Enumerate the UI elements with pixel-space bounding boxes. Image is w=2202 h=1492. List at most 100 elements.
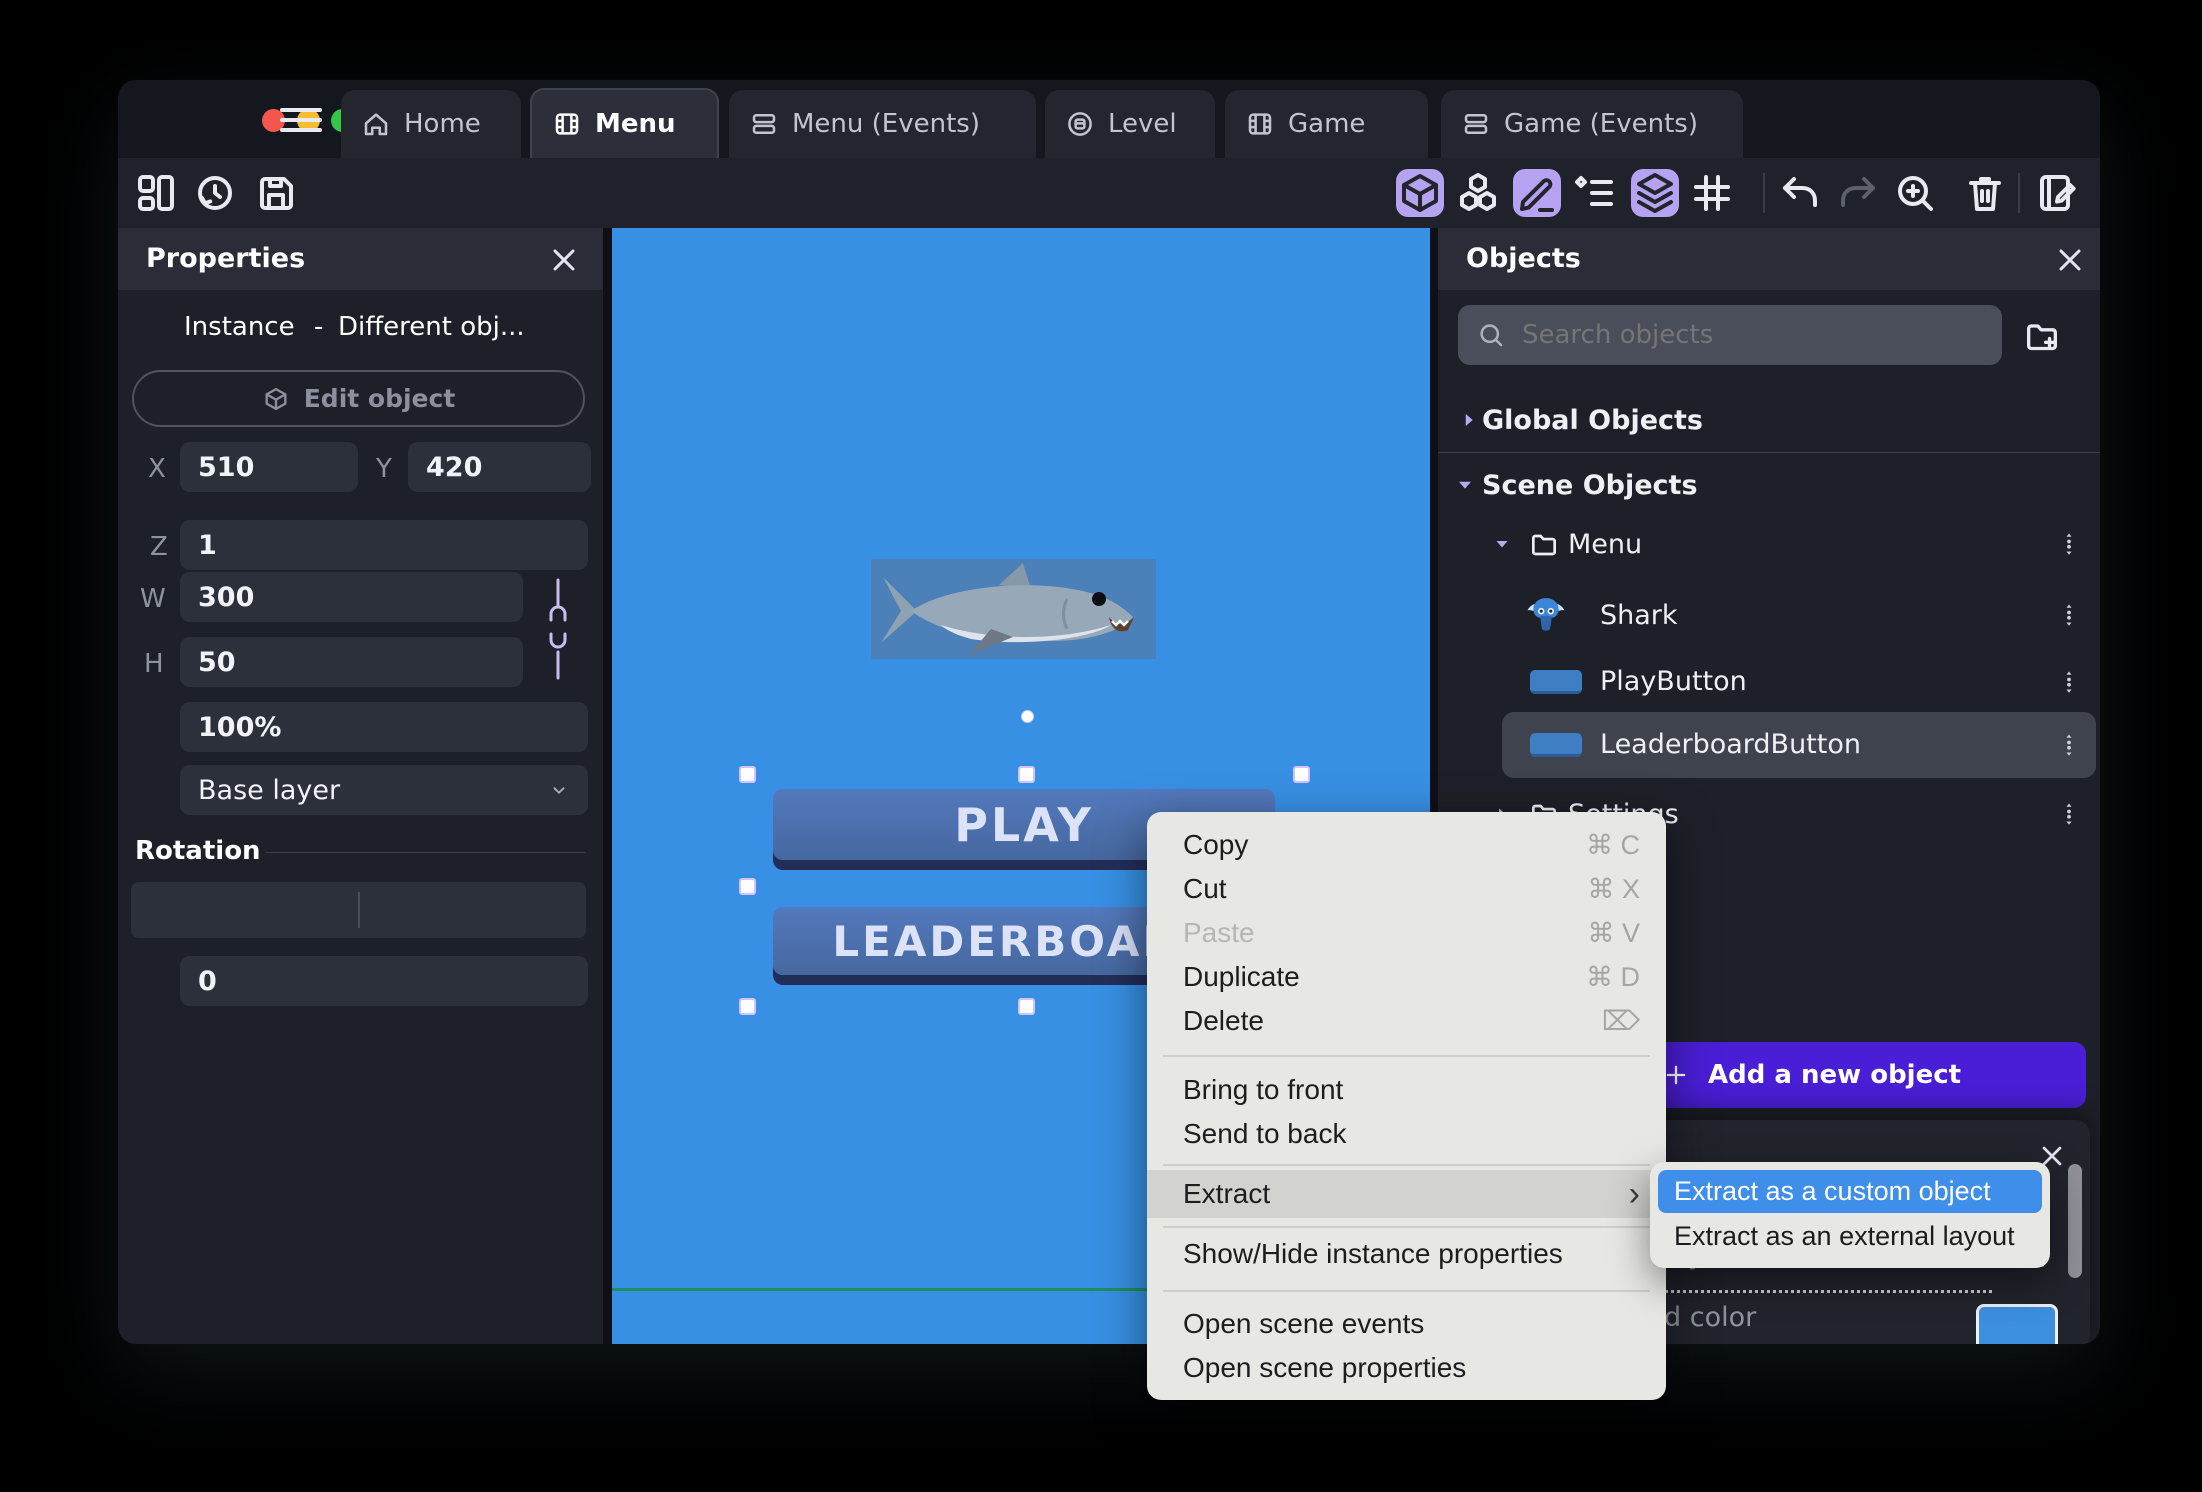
- flip-toolbar-divider: [358, 892, 360, 928]
- menu-item-label: Show/Hide instance properties: [1183, 1238, 1563, 1269]
- screen: Home Menu Menu (Events) Level Game Game …: [0, 0, 2202, 1492]
- menu-item-label: Open scene events: [1183, 1308, 1425, 1339]
- edit-object-button[interactable]: Edit object: [132, 370, 585, 427]
- y-field[interactable]: [408, 442, 591, 492]
- tab-home[interactable]: Home: [341, 90, 521, 158]
- properties-header: Properties: [118, 228, 603, 290]
- opacity-field[interactable]: [180, 702, 588, 752]
- tab-game-events[interactable]: Game (Events): [1441, 90, 1743, 158]
- objects-icon[interactable]: [1454, 169, 1502, 217]
- scene-icon: [552, 109, 582, 139]
- global-objects-section[interactable]: Global Objects: [1438, 398, 2100, 442]
- kebab-menu-icon[interactable]: [2054, 793, 2084, 835]
- rotation-field[interactable]: [180, 956, 588, 1006]
- trash-icon[interactable]: [1961, 169, 2009, 217]
- menu-item-send-to-back[interactable]: Send to back: [1147, 1112, 1666, 1156]
- context-menu: Copy ⌘ C Cut ⌘ X Paste ⌘ V Duplicate ⌘ D…: [1147, 812, 1666, 1400]
- menu-item-paste[interactable]: Paste ⌘ V: [1147, 911, 1666, 955]
- project-manager-icon[interactable]: [132, 169, 180, 217]
- color-text-fragment: d color: [1664, 1302, 1757, 1333]
- add-folder-icon[interactable]: [2022, 316, 2062, 356]
- scene-objects-label: Scene Objects: [1482, 469, 1698, 501]
- layers-icon[interactable]: [1631, 169, 1679, 217]
- menu-item-open-scene-properties[interactable]: Open scene properties: [1147, 1346, 1666, 1390]
- scene-properties-icon[interactable]: [2033, 169, 2081, 217]
- chevron-down-icon: [548, 779, 570, 801]
- save-icon[interactable]: [252, 169, 300, 217]
- w-field[interactable]: [180, 572, 523, 622]
- instances-list-icon[interactable]: [1571, 169, 1619, 217]
- redo-icon[interactable]: [1834, 169, 1882, 217]
- menu-item-label: Extract: [1183, 1178, 1271, 1209]
- folder-row-menu[interactable]: Menu: [1438, 520, 2100, 568]
- color-swatch[interactable]: [1976, 1304, 2058, 1344]
- chevron-down-icon: [1452, 472, 1478, 498]
- h-field[interactable]: [180, 637, 523, 687]
- zoom-in-icon[interactable]: [1891, 169, 1939, 217]
- rotation-title: Rotation: [135, 836, 261, 866]
- tab-menu-events[interactable]: Menu (Events): [729, 90, 1036, 158]
- tab-label: Menu: [595, 109, 676, 139]
- menu-item-cut[interactable]: Cut ⌘ X: [1147, 867, 1666, 911]
- selection-handle-mid-left[interactable]: [739, 878, 756, 895]
- rotation-handle[interactable]: [1021, 710, 1034, 723]
- selection-handle-top-center[interactable]: [1018, 766, 1035, 783]
- home-icon: [361, 109, 391, 139]
- x-label: X: [148, 454, 166, 484]
- properties-panel: Properties Instance - Different obj... E…: [118, 228, 603, 1344]
- z-field[interactable]: [180, 520, 588, 570]
- menu-item-show-hide-instance-properties[interactable]: Show/Hide instance properties: [1147, 1232, 1666, 1276]
- version-history-icon[interactable]: [191, 169, 239, 217]
- submenu-arrow-icon: ›: [1628, 1174, 1640, 1213]
- menu-item-copy[interactable]: Copy ⌘ C: [1147, 823, 1666, 867]
- tab-label: Game (Events): [1504, 109, 1698, 139]
- menu-item-extract[interactable]: Extract ›: [1147, 1170, 1666, 1218]
- object-label: LeaderboardButton: [1600, 729, 1861, 760]
- tab-menu[interactable]: Menu: [530, 88, 719, 158]
- submenu-item-extract-external-layout[interactable]: Extract as an external layout: [1658, 1215, 2042, 1258]
- menu-item-duplicate[interactable]: Duplicate ⌘ D: [1147, 955, 1666, 999]
- object-row-leaderboardbutton[interactable]: LeaderboardButton: [1502, 712, 2096, 778]
- kebab-menu-icon[interactable]: [2054, 594, 2084, 636]
- scrollbar-thumb[interactable]: [2068, 1164, 2082, 1278]
- object-row-shark[interactable]: Shark: [1438, 580, 2100, 650]
- x-field[interactable]: [180, 442, 358, 492]
- toolbar-divider: [1763, 173, 1765, 213]
- close-icon[interactable]: [546, 242, 582, 278]
- selection-handle-bottom-left[interactable]: [739, 998, 756, 1015]
- menu-item-label: Send to back: [1183, 1118, 1347, 1149]
- link-wh-icon[interactable]: [538, 572, 578, 687]
- menu-item-bring-to-front[interactable]: Bring to front: [1147, 1068, 1666, 1112]
- tab-label: Level: [1108, 109, 1177, 139]
- submenu-item-extract-custom-object[interactable]: Extract as a custom object: [1658, 1170, 2042, 1213]
- grid-icon[interactable]: [1688, 169, 1736, 217]
- search-icon: [1476, 320, 1506, 350]
- object-row-playbutton[interactable]: PlayButton: [1438, 655, 2100, 708]
- cube-2d-icon: [262, 385, 290, 413]
- shark-sprite[interactable]: [871, 559, 1156, 659]
- menu-item-open-scene-events[interactable]: Open scene events: [1147, 1302, 1666, 1346]
- objects-header: Objects: [1438, 228, 2100, 290]
- search-objects-input[interactable]: [1520, 319, 1984, 351]
- tab-game[interactable]: Game: [1225, 90, 1428, 158]
- 3d-view-icon[interactable]: [1396, 169, 1444, 217]
- kebab-menu-icon[interactable]: [2054, 724, 2084, 766]
- layer-select[interactable]: Base layer: [180, 765, 588, 815]
- close-icon[interactable]: [2052, 242, 2088, 278]
- menu-item-delete[interactable]: Delete ⌦: [1147, 999, 1666, 1043]
- add-new-object-button[interactable]: Add a new object: [1640, 1042, 2086, 1108]
- selection-handle-top-left[interactable]: [739, 766, 756, 783]
- kebab-menu-icon[interactable]: [2054, 661, 2084, 703]
- selection-handle-bottom-center[interactable]: [1018, 998, 1035, 1015]
- undo-icon[interactable]: [1776, 169, 1824, 217]
- menu-item-label: Bring to front: [1183, 1074, 1344, 1105]
- edit-mode-icon[interactable]: [1513, 169, 1561, 217]
- folder-label: Menu: [1568, 528, 1643, 560]
- search-box[interactable]: [1458, 305, 2002, 365]
- sprite-rect-icon: [1530, 733, 1582, 757]
- selection-handle-top-right[interactable]: [1293, 766, 1310, 783]
- scene-objects-section[interactable]: Scene Objects: [1438, 462, 2100, 508]
- kebab-menu-icon[interactable]: [2054, 523, 2084, 565]
- main-menu-icon[interactable]: [280, 108, 322, 132]
- tab-level[interactable]: Level: [1045, 90, 1215, 158]
